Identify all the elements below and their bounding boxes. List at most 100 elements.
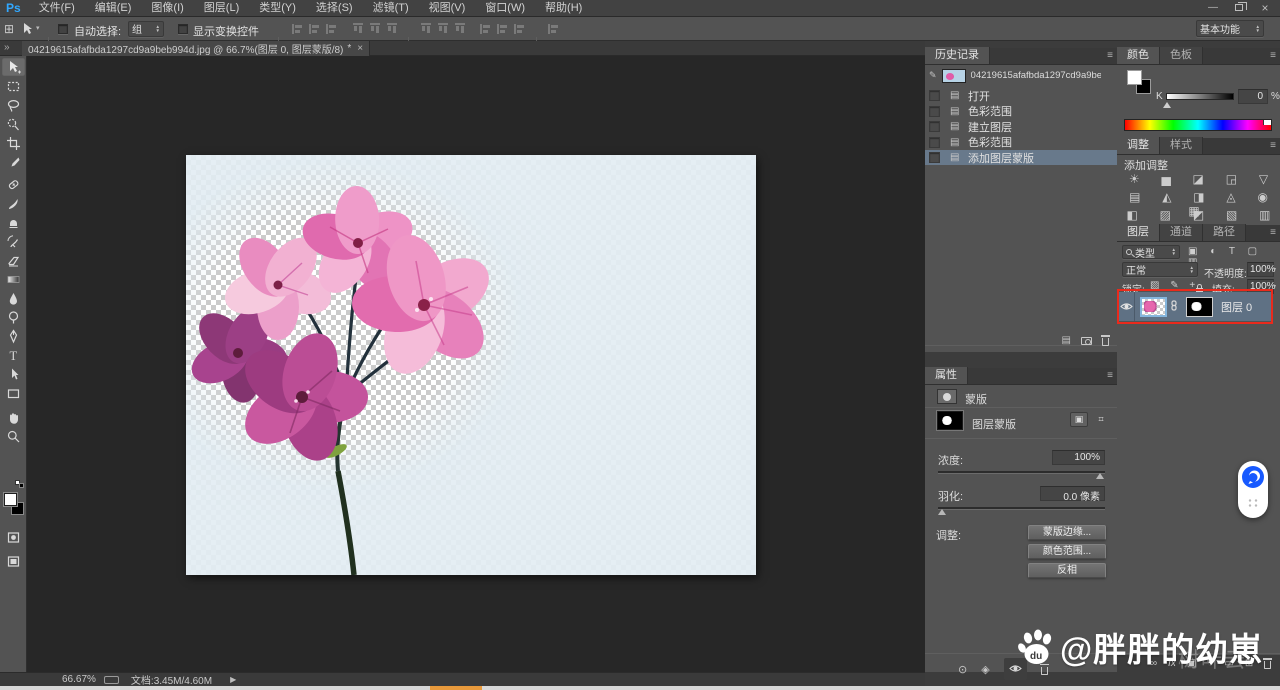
feather-value[interactable]: 0.0 像素	[1040, 486, 1105, 501]
align-horizontal-centers-icon[interactable]	[370, 23, 380, 35]
color-panel-menu-icon[interactable]: ≡	[1270, 50, 1275, 61]
spot-healing-brush-tool[interactable]	[2, 175, 25, 193]
k-channel-slider[interactable]	[1166, 93, 1234, 100]
tool-preset-grid-icon[interactable]: ⊞	[4, 22, 14, 36]
history-step-make-layer[interactable]: ▤建立图层	[925, 119, 1117, 134]
auto-select-checkbox[interactable]	[58, 24, 68, 34]
crop-tool[interactable]	[2, 134, 25, 152]
distribute-horizontal-centers-icon[interactable]	[497, 24, 509, 34]
align-top-edges-icon[interactable]	[292, 24, 304, 34]
layers-panel-menu-icon[interactable]: ≡	[1270, 227, 1275, 238]
status-flyout-icon[interactable]: ▶	[230, 675, 236, 684]
dodge-tool[interactable]	[2, 308, 25, 326]
menu-view[interactable]: 视图(V)	[419, 0, 476, 16]
feather-slider-thumb[interactable]	[938, 509, 946, 515]
screen-mode-button[interactable]	[2, 552, 25, 570]
history-source-well[interactable]	[929, 137, 940, 148]
zoom-tool[interactable]	[2, 427, 25, 445]
move-tool-preset-icon[interactable]	[20, 22, 34, 36]
history-source-well[interactable]	[929, 90, 940, 101]
tab-color[interactable]: 颜色	[1117, 47, 1160, 64]
tab-adjustments[interactable]: 调整	[1117, 137, 1160, 154]
distribute-left-edges-icon[interactable]	[480, 24, 492, 34]
history-source-well[interactable]	[929, 106, 940, 117]
hand-tool[interactable]	[2, 408, 25, 426]
history-source-well[interactable]	[929, 152, 940, 163]
eyedropper-tool[interactable]	[2, 153, 25, 171]
align-vertical-centers-icon[interactable]	[309, 24, 321, 34]
align-right-edges-icon[interactable]	[387, 23, 397, 35]
layer-filter-type-select[interactable]: 类型 ▲▼	[1122, 245, 1180, 259]
distribute-bottom-edges-icon[interactable]	[455, 23, 465, 35]
close-button[interactable]: ×	[1252, 1, 1278, 15]
menu-window[interactable]: 窗口(W)	[475, 0, 535, 16]
history-source-well[interactable]	[929, 121, 940, 132]
tab-paths[interactable]: 路径	[1203, 224, 1246, 241]
blur-tool[interactable]	[2, 289, 25, 307]
k-value-input[interactable]: 0	[1238, 89, 1268, 104]
menu-help[interactable]: 帮助(H)	[535, 0, 592, 16]
menu-image[interactable]: 图像(I)	[141, 0, 193, 16]
menu-type[interactable]: 类型(Y)	[249, 0, 306, 16]
default-swatches-icon[interactable]	[15, 480, 25, 489]
mask-edge-button[interactable]: 蒙版边缘...	[1028, 525, 1106, 540]
history-step-add-layer-mask[interactable]: ▤添加图层蒙版	[925, 150, 1117, 165]
menu-layer[interactable]: 图层(L)	[194, 0, 249, 16]
move-tool[interactable]	[2, 58, 25, 76]
minimize-button[interactable]: —	[1200, 1, 1226, 15]
invert-button[interactable]: 反相	[1028, 563, 1106, 578]
history-snapshot-row[interactable]: ✎ 04219615afafbda1297cd9a9beb994d...	[925, 67, 1117, 84]
adjustments-panel-menu-icon[interactable]: ≡	[1270, 140, 1275, 151]
properties-panel-menu-icon[interactable]: ≡	[1107, 370, 1112, 381]
density-value[interactable]: 100%	[1052, 450, 1105, 465]
distribute-vertical-centers-icon[interactable]	[438, 23, 448, 35]
properties-mask-thumbnail[interactable]	[937, 411, 963, 430]
eraser-tool[interactable]	[2, 251, 25, 269]
workspace-switcher[interactable]: 基本功能 ▲▼	[1196, 20, 1264, 37]
tab-swatches[interactable]: 色板	[1160, 47, 1203, 64]
opacity-dropdown-icon[interactable]: ▾	[1273, 266, 1276, 273]
tab-channels[interactable]: 通道	[1160, 224, 1203, 241]
history-step-color-range-1[interactable]: ▤色彩范围	[925, 104, 1117, 119]
document-tab-close-icon[interactable]: ×	[357, 43, 363, 54]
density-slider[interactable]	[938, 471, 1105, 474]
color-panel-foreground-swatch[interactable]	[1127, 70, 1142, 85]
menu-edit[interactable]: 编辑(E)	[85, 0, 142, 16]
new-snapshot-icon[interactable]	[1081, 337, 1092, 345]
tab-history[interactable]: 历史记录	[925, 47, 990, 64]
clone-stamp-tool[interactable]	[2, 213, 25, 231]
menu-select[interactable]: 选择(S)	[306, 0, 363, 16]
brush-tool[interactable]	[2, 194, 25, 212]
rectangle-shape-tool[interactable]	[2, 384, 25, 402]
lasso-tool[interactable]	[2, 96, 25, 114]
show-transform-checkbox[interactable]	[178, 24, 188, 34]
auto-select-target-select[interactable]: 组 ▲▼	[128, 21, 164, 37]
history-step-color-range-2[interactable]: ▤色彩范围	[925, 135, 1117, 150]
history-brush-source-icon[interactable]: ✎	[929, 70, 937, 81]
history-panel-menu-icon[interactable]: ≡	[1107, 50, 1112, 61]
tab-styles[interactable]: 样式	[1160, 137, 1203, 154]
tab-layers[interactable]: 图层	[1117, 224, 1160, 241]
zoom-level-field[interactable]: 66.67%	[62, 674, 96, 685]
fill-dropdown-icon[interactable]: ▾	[1273, 283, 1276, 290]
auto-align-layers-icon[interactable]	[548, 24, 560, 34]
blend-mode-select[interactable]: 正常 ▲▼	[1122, 262, 1198, 277]
history-step-open[interactable]: ▤打开	[925, 88, 1117, 103]
horizontal-type-tool[interactable]: T	[2, 346, 25, 364]
quick-mask-mode-button[interactable]	[2, 528, 25, 546]
color-spectrum-ramp[interactable]	[1124, 119, 1272, 131]
mask-options-chip-icon[interactable]: ⌗	[1092, 412, 1110, 427]
path-selection-tool[interactable]	[2, 365, 25, 383]
gradient-tool[interactable]	[2, 270, 25, 288]
preset-dropdown-icon[interactable]: ▾	[36, 24, 40, 32]
delete-layer-icon[interactable]	[1264, 661, 1271, 669]
quick-selection-tool[interactable]	[2, 115, 25, 133]
distribute-top-edges-icon[interactable]	[421, 23, 431, 35]
align-bottom-edges-icon[interactable]	[326, 24, 338, 34]
apply-mask-icon[interactable]: ◈	[981, 663, 989, 676]
document-canvas[interactable]	[186, 155, 756, 575]
feather-slider[interactable]	[938, 507, 1105, 510]
distribute-right-edges-icon[interactable]	[514, 24, 526, 34]
menu-filter[interactable]: 滤镜(T)	[363, 0, 419, 16]
new-document-from-state-icon[interactable]: ▤	[1062, 335, 1071, 346]
